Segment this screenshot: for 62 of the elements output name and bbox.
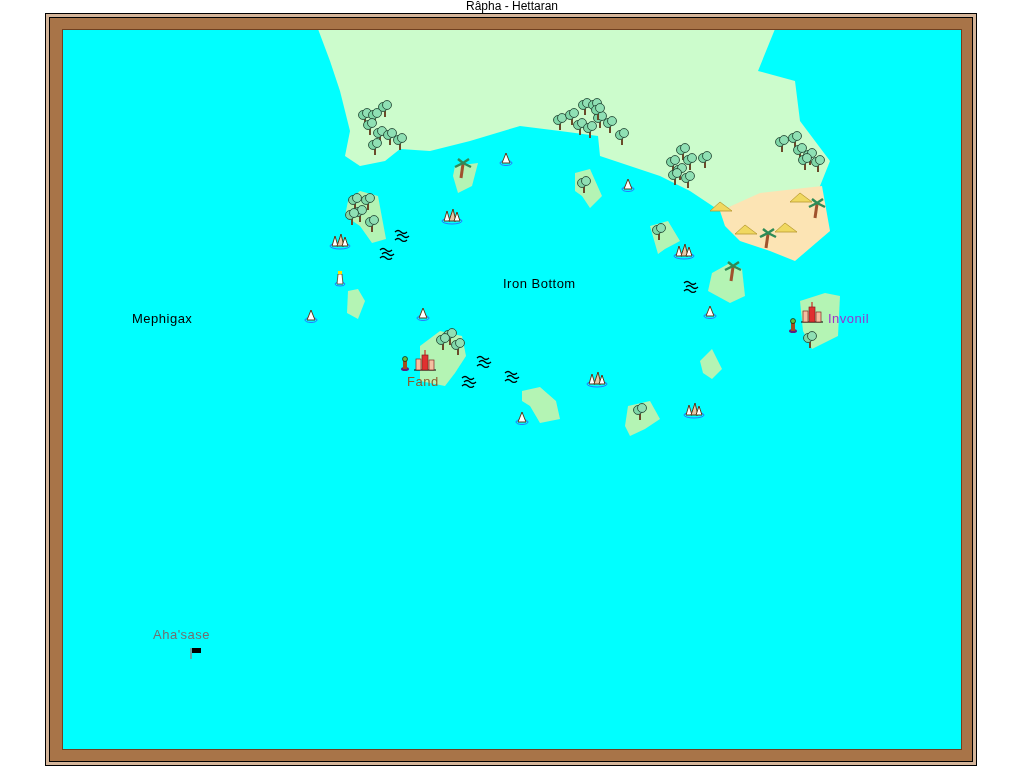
dune-icon <box>774 222 798 233</box>
tree-icon <box>345 208 359 225</box>
figure-icon <box>401 356 409 371</box>
palm-tree-icon <box>723 260 743 282</box>
rocks-icon <box>673 243 695 260</box>
reef-icon <box>504 370 520 384</box>
rocks-icon <box>441 208 463 225</box>
flag-icon <box>190 647 201 660</box>
tree-icon <box>436 333 450 350</box>
tree-icon <box>811 155 825 172</box>
island <box>700 349 722 379</box>
rock-icon <box>621 178 635 192</box>
dune-icon <box>709 201 733 212</box>
palm-tree-icon <box>758 227 778 249</box>
palm-tree-icon <box>807 197 827 219</box>
reef-icon <box>394 229 410 243</box>
rocks-icon <box>586 371 608 388</box>
tree-icon <box>803 331 817 348</box>
tree-icon <box>698 151 712 168</box>
place-label: Mephigax <box>132 311 193 327</box>
tree-icon <box>591 103 605 120</box>
rock-icon <box>416 307 430 321</box>
tree-icon <box>378 100 392 117</box>
tree-icon <box>365 215 379 232</box>
place-label: Aha'sase <box>153 627 211 643</box>
tree-icon <box>668 168 682 185</box>
tree-icon <box>451 338 465 355</box>
palm-tree-icon <box>453 157 473 179</box>
island <box>708 263 745 303</box>
island <box>522 387 560 423</box>
rock-icon <box>499 152 513 166</box>
tree-icon <box>633 403 647 420</box>
lighthouse-icon <box>334 271 346 287</box>
tree-icon <box>798 153 812 170</box>
figure-icon <box>789 318 797 333</box>
dune-icon <box>789 192 813 203</box>
tree-icon <box>583 121 597 138</box>
tree-icon <box>603 116 617 133</box>
island <box>347 289 365 319</box>
rock-icon <box>304 309 318 323</box>
rocks-icon <box>329 233 351 250</box>
place-label: Iron Bottom <box>503 276 576 292</box>
tree-icon <box>775 135 789 152</box>
tree-icon <box>652 223 666 240</box>
tree-icon <box>393 133 407 150</box>
rock-icon <box>703 305 717 319</box>
castle-icon <box>413 349 437 371</box>
castle-icon <box>800 301 824 323</box>
dune-icon <box>734 224 758 235</box>
reef-icon <box>476 355 492 369</box>
rock-icon <box>515 411 529 425</box>
reef-icon <box>461 375 477 389</box>
tree-icon <box>368 138 382 155</box>
reef-icon <box>683 280 699 294</box>
reef-icon <box>379 247 395 261</box>
rocks-icon <box>683 402 705 419</box>
tree-icon <box>577 176 591 193</box>
tree-icon <box>553 113 567 130</box>
window-title: Râpha - Hettaran <box>464 0 560 13</box>
tree-icon <box>681 171 695 188</box>
tree-icon <box>615 128 629 145</box>
island <box>453 163 478 193</box>
